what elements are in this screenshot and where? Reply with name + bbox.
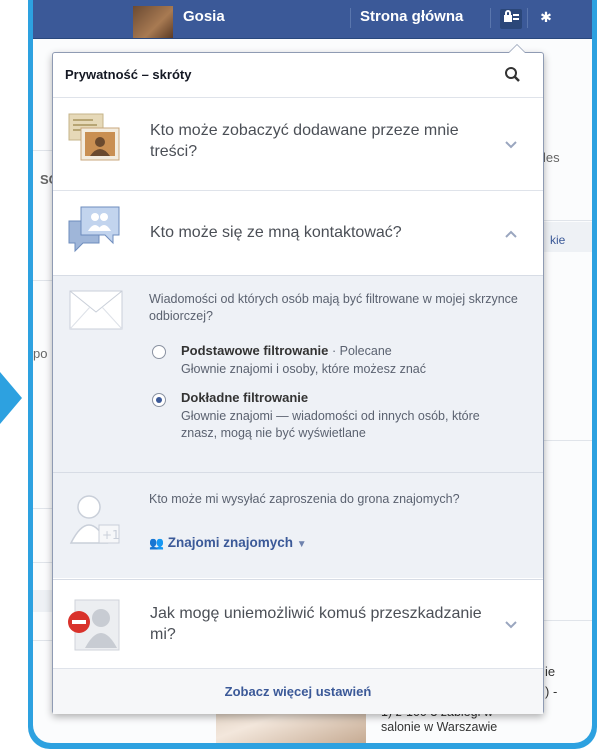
bg-text: ie — [545, 664, 556, 679]
chevron-down-icon[interactable] — [503, 618, 519, 630]
privacy-row-block[interactable]: Jak mogę uniemożliwić komuś przeszkadzan… — [53, 579, 543, 669]
privacy-question: Kto może się ze mną kontaktować? — [150, 224, 402, 241]
photo-stack-icon — [67, 112, 121, 164]
option-strict-desc: Głownie znajomi — wiadomości od innych o… — [181, 409, 480, 440]
friend-request-section: +1 Kto może mi wysyłać zaproszenia do gr… — [53, 473, 543, 577]
ad-text: salonie w Warszawie — [381, 720, 498, 734]
add-friend-icon: +1 — [69, 491, 123, 554]
friends-icon: 👥 — [149, 536, 164, 550]
svg-text:+1: +1 — [102, 528, 120, 542]
dropdown-header: Prywatność – skróty — [53, 53, 543, 98]
divider — [350, 8, 351, 28]
chat-people-icon — [67, 203, 121, 255]
recommended-note: · Polecane — [331, 344, 392, 358]
option-basic-title[interactable]: Podstawowe filtrowanie · Polecane — [181, 343, 392, 358]
bg-text: po — [33, 346, 48, 361]
option-strict-title[interactable]: Dokładne filtrowanie — [181, 390, 308, 405]
chevron-up-icon[interactable] — [503, 227, 519, 239]
divider — [527, 8, 528, 28]
block-user-icon — [67, 598, 123, 654]
avatar[interactable] — [133, 6, 173, 38]
envelope-icon — [69, 290, 123, 335]
friend-request-selector[interactable]: 👥 Znajomi znajomych ▼ — [149, 535, 307, 550]
message-filter-section: Wiadomości od których osób mają być filt… — [53, 276, 543, 473]
divider — [490, 8, 491, 28]
chevron-down-icon: ▼ — [296, 539, 307, 550]
radio-strict-filter[interactable] — [152, 393, 166, 407]
top-navigation-bar: Gosia Strona główna ✱ — [33, 0, 592, 39]
privacy-shortcuts-dropdown: Prywatność – skróty Kto może zobaczyć do… — [52, 44, 544, 714]
privacy-row-contact[interactable]: Kto może się ze mną kontaktować? — [53, 191, 543, 276]
privacy-question: Jak mogę uniemożliwić komuś przeszkadzan… — [150, 605, 482, 643]
chevron-down-icon[interactable] — [503, 138, 519, 150]
contact-settings-panel: Wiadomości od których osób mają być filt… — [53, 276, 543, 578]
home-link[interactable]: Strona główna — [360, 8, 463, 25]
bg-text: les — [543, 150, 560, 165]
gear-icon[interactable]: ✱ — [535, 9, 557, 29]
search-icon[interactable] — [503, 65, 523, 85]
option-basic-desc: Głownie znajomi i osoby, które możesz zn… — [181, 362, 427, 376]
dropdown-title: Prywatność – skróty — [65, 67, 192, 82]
bg-link[interactable]: kie — [550, 233, 565, 247]
filter-question: Wiadomości od których osób mają być filt… — [149, 292, 518, 323]
pointer-arrow — [0, 372, 22, 424]
see-more-settings[interactable]: Zobacz więcej ustawień — [53, 668, 543, 714]
bg-text: ) - — [545, 684, 558, 699]
privacy-shortcuts-icon[interactable] — [500, 9, 522, 29]
privacy-question: Kto może zobaczyć dodawane przeze mnie t… — [150, 122, 459, 160]
see-more-settings-link[interactable]: Zobacz więcej ustawień — [225, 684, 372, 699]
profile-link[interactable]: Gosia — [183, 8, 225, 25]
radio-basic-filter[interactable] — [152, 345, 166, 359]
privacy-row-visibility[interactable]: Kto może zobaczyć dodawane przeze mnie t… — [53, 98, 543, 191]
friend-request-question: Kto może mi wysyłać zaproszenia do grona… — [149, 492, 460, 506]
